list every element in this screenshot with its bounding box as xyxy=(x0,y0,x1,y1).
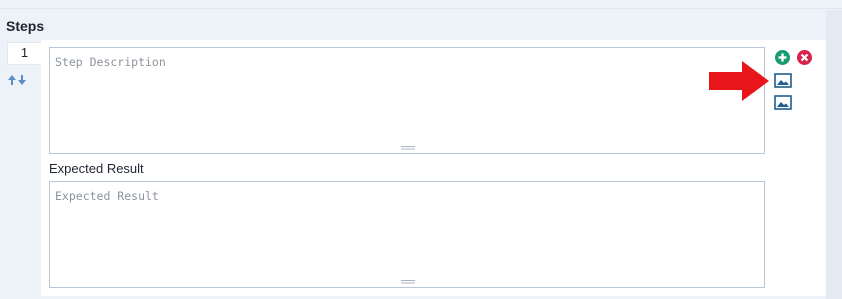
red-arrow-annotation xyxy=(709,61,769,101)
section-title: Steps xyxy=(6,18,45,34)
step-description-input[interactable] xyxy=(50,48,764,153)
expected-result-input[interactable] xyxy=(50,182,764,287)
insert-image-icon[interactable] xyxy=(774,73,792,88)
expected-image-icon[interactable] xyxy=(774,95,792,110)
step-description-field[interactable] xyxy=(49,47,765,154)
add-step-icon[interactable] xyxy=(775,50,790,65)
reorder-arrows-icon[interactable] xyxy=(8,74,26,86)
top-strip xyxy=(0,0,842,9)
expected-result-field[interactable] xyxy=(49,181,765,288)
step-number: 1 xyxy=(7,42,41,65)
resize-grip-icon[interactable] xyxy=(401,280,415,284)
expected-result-label: Expected Result xyxy=(49,161,144,176)
resize-grip-icon[interactable] xyxy=(401,146,415,150)
right-rail xyxy=(826,10,842,299)
remove-step-icon[interactable] xyxy=(797,50,812,65)
